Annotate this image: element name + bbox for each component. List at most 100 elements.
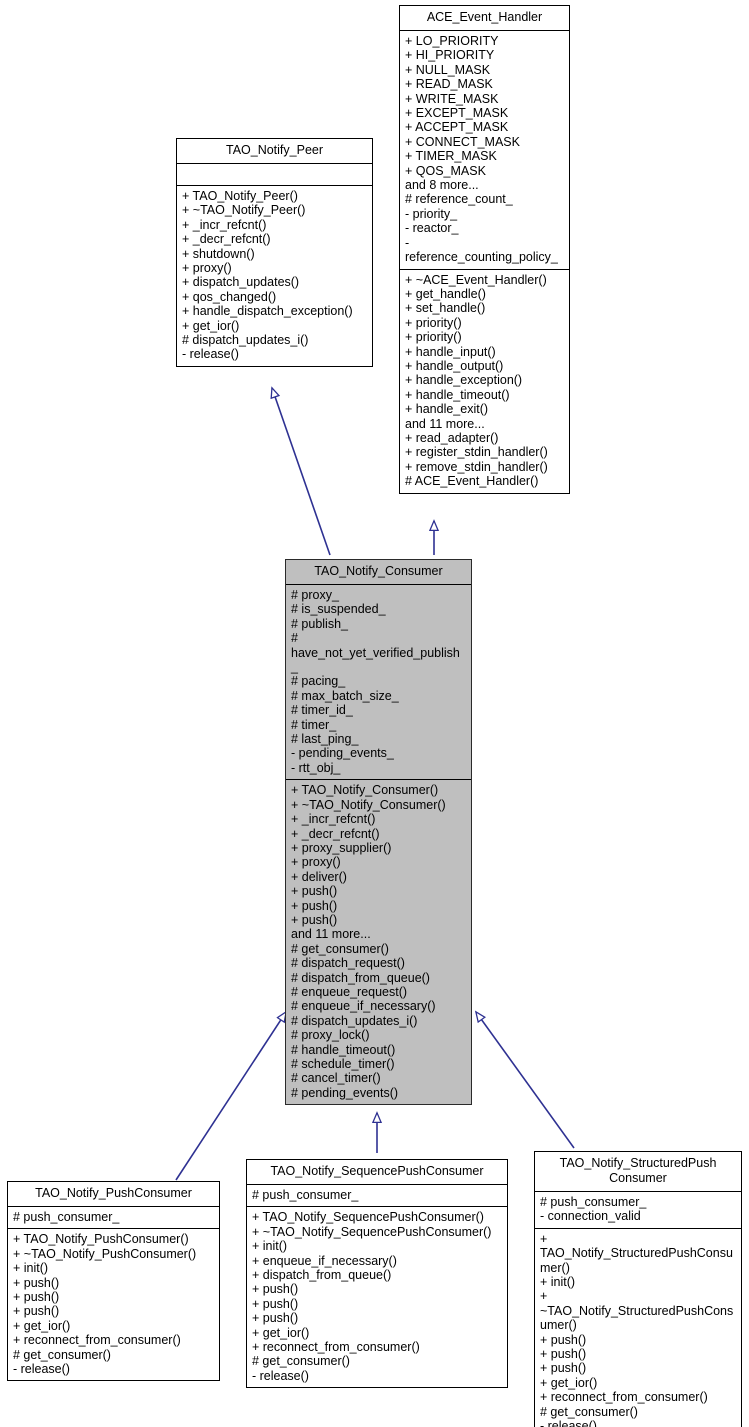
member: + init() [252, 1239, 288, 1254]
member: # max_batch_size_ [291, 688, 399, 703]
member: + get_ior() [252, 1325, 310, 1340]
class-box-tao-notify-push-consumer[interactable]: TAO_Notify_PushConsumer # push_consumer_… [7, 1181, 220, 1382]
member: + push() [252, 1311, 299, 1326]
member: + push() [291, 898, 338, 913]
member: # proxy_ [291, 588, 339, 602]
member: + dispatch_updates() [182, 275, 300, 290]
member: + remove_stdin_handler() [405, 459, 548, 474]
attributes-tao-notify-structured-push-consumer: # push_consumer_ - connection_valid [535, 1192, 741, 1229]
member: + init() [540, 1275, 576, 1290]
member: + push() [252, 1282, 299, 1297]
attributes-tao-notify-peer [177, 164, 372, 186]
member: - release() [252, 1368, 309, 1383]
class-box-tao-notify-peer[interactable]: TAO_Notify_Peer + TAO_Notify_Peer() + ~T… [176, 138, 373, 367]
member: and 11 more... [291, 927, 371, 942]
member: + priority() [405, 315, 462, 330]
member: # proxy_lock() [291, 1028, 370, 1043]
operations-tao-notify-structured-push-consumer: + TAO_Notify_StructuredPushConsumer() + … [535, 1229, 741, 1427]
member: # timer_ [291, 717, 337, 732]
member: # have_not_yet_verified_publish_ [291, 631, 460, 675]
operations-tao-notify-sequence-push-consumer: + TAO_Notify_SequencePushConsumer() + ~T… [247, 1207, 507, 1387]
member: + reconnect_from_consumer() [252, 1340, 420, 1355]
member: + push() [540, 1332, 587, 1347]
operations-tao-notify-peer: + TAO_Notify_Peer() + ~TAO_Notify_Peer()… [177, 186, 372, 366]
member: + push() [540, 1347, 587, 1362]
member: + EXCEPT_MASK [405, 106, 509, 121]
member: + ~TAO_Notify_Peer() [182, 203, 306, 218]
member: + ~TAO_Notify_PushConsumer() [13, 1246, 197, 1261]
member: + ACCEPT_MASK [405, 120, 509, 135]
member: + QOS_MASK [405, 163, 486, 178]
member: # dispatch_from_queue() [291, 970, 430, 985]
member: + get_handle() [405, 286, 486, 301]
operations-ace-event-handler: + ~ACE_Event_Handler() + get_handle() + … [400, 270, 569, 493]
member: + handle_output() [405, 358, 504, 373]
member: + shutdown() [182, 246, 255, 261]
member: # schedule_timer() [291, 1057, 395, 1071]
member: - reactor_ [405, 221, 459, 236]
member: + push() [291, 884, 338, 899]
member: + get_ior() [13, 1318, 71, 1333]
member: + WRITE_MASK [405, 91, 499, 106]
member: + push() [540, 1361, 587, 1376]
member: + TAO_Notify_PushConsumer() [13, 1232, 189, 1247]
member: # get_consumer() [252, 1354, 350, 1369]
member: + handle_exception() [405, 373, 523, 388]
member: - rtt_obj_ [291, 760, 341, 775]
member: + CONNECT_MASK [405, 134, 520, 149]
member: + push() [291, 912, 338, 927]
member: + push() [13, 1290, 60, 1305]
class-box-tao-notify-consumer[interactable]: TAO_Notify_Consumer # proxy_ # is_suspen… [285, 559, 472, 1106]
member: + read_adapter() [405, 430, 499, 445]
member: # get_consumer() [291, 941, 389, 956]
member: + get_ior() [540, 1375, 598, 1390]
member: # reference_count_ [405, 192, 513, 207]
member: # publish_ [291, 616, 348, 631]
member: + _incr_refcnt() [291, 812, 376, 827]
class-diagram-canvas: ACE_Event_Handler + LO_PRIORITY + HI_PRI… [0, 0, 749, 1427]
member: + proxy_supplier() [291, 840, 392, 855]
member: - reference_counting_policy_ [405, 235, 558, 265]
member: and 11 more... [405, 416, 485, 431]
member: - release() [540, 1419, 597, 1427]
member: # push_consumer_ [13, 1210, 120, 1224]
member: + deliver() [291, 869, 347, 884]
member: + enqueue_if_necessary() [252, 1253, 397, 1268]
member: + _decr_refcnt() [291, 826, 380, 841]
member: # push_consumer_ [540, 1195, 647, 1209]
member: + push() [13, 1304, 60, 1319]
class-box-tao-notify-sequence-push-consumer[interactable]: TAO_Notify_SequencePushConsumer # push_c… [246, 1159, 508, 1389]
member: + qos_changed() [182, 289, 277, 304]
operations-tao-notify-push-consumer: + TAO_Notify_PushConsumer() + ~TAO_Notif… [8, 1229, 219, 1380]
member: # enqueue_if_necessary() [291, 999, 436, 1014]
member: + _incr_refcnt() [182, 217, 267, 232]
member: + get_ior() [182, 318, 240, 333]
member: + dispatch_from_queue() [252, 1268, 392, 1283]
class-title-tao-notify-consumer: TAO_Notify_Consumer [286, 560, 471, 585]
member: # enqueue_request() [291, 984, 408, 999]
member: + _decr_refcnt() [182, 232, 271, 247]
class-box-ace-event-handler[interactable]: ACE_Event_Handler + LO_PRIORITY + HI_PRI… [399, 5, 570, 494]
member: # dispatch_updates_i() [182, 333, 309, 348]
member: - priority_ [405, 206, 458, 221]
member: + ~TAO_Notify_Consumer() [291, 797, 446, 812]
member: + proxy() [291, 855, 341, 870]
member: - release() [13, 1362, 70, 1377]
member: + READ_MASK [405, 77, 493, 92]
member: + init() [13, 1261, 49, 1276]
member: - release() [182, 347, 239, 362]
member: + handle_dispatch_exception() [182, 304, 353, 319]
member: + register_stdin_handler() [405, 445, 548, 460]
member: # is_suspended_ [291, 602, 386, 617]
member: # timer_id_ [291, 703, 353, 718]
member: # push_consumer_ [252, 1188, 359, 1202]
member: + TAO_Notify_SequencePushConsumer() [252, 1210, 484, 1225]
member: # last_ping_ [291, 732, 359, 747]
member: - connection_valid [540, 1209, 641, 1224]
member: # get_consumer() [13, 1347, 111, 1362]
edge-consumer-to-peer [272, 388, 331, 556]
member: + handle_input() [405, 344, 496, 359]
class-box-tao-notify-structured-push-consumer[interactable]: TAO_Notify_StructuredPush Consumer # pus… [534, 1151, 742, 1427]
member: + reconnect_from_consumer() [13, 1333, 181, 1348]
class-title-ace-event-handler: ACE_Event_Handler [400, 6, 569, 31]
